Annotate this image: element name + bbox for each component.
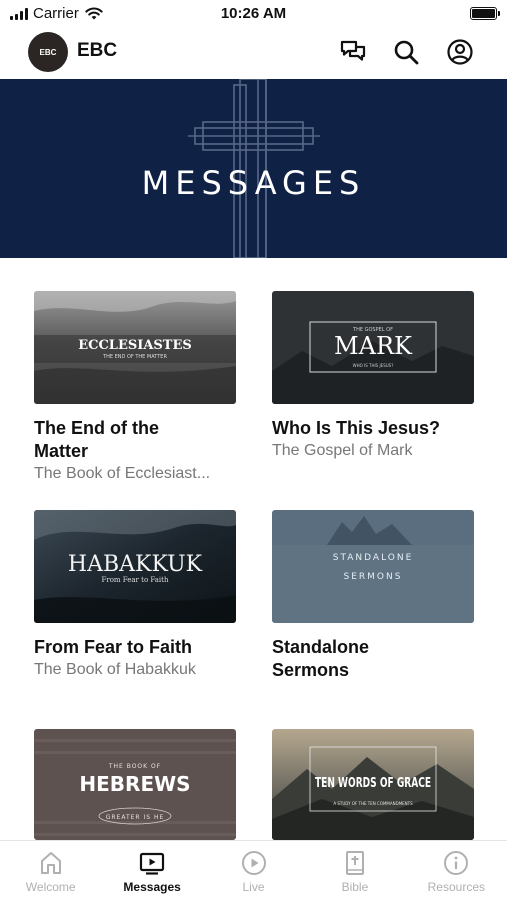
tab-live[interactable]: Live (203, 841, 304, 900)
series-card-habakkuk[interactable]: HABAKKUK From Fear to Faith From Fear to… (34, 510, 236, 681)
info-icon (444, 851, 469, 875)
tab-bible[interactable]: Bible (304, 841, 405, 900)
thumb-title: MARK (334, 332, 413, 360)
messages-hero-banner: MESSAGES (0, 79, 507, 258)
status-time: 10:26 AM (220, 5, 287, 22)
series-thumbnail[interactable]: ECCLESIASTES THE END OF THE MATTER (34, 291, 236, 404)
series-card-mark[interactable]: THE GOSPEL OF MARK WHO IS THIS JESUS? Wh… (272, 291, 474, 462)
tab-label: Messages (123, 880, 181, 894)
hero-title: MESSAGES (141, 164, 366, 202)
series-subtitle: The Book of Habakkuk (34, 661, 196, 678)
thumb-subtitle: SERMONS (344, 572, 403, 582)
home-icon (40, 852, 61, 874)
series-thumbnail[interactable]: HABAKKUK From Fear to Faith (34, 510, 236, 623)
series-title[interactable]: The End of the Matter (34, 417, 164, 463)
thumb-title: TEN WORDS OF GRACE (315, 776, 431, 791)
series-card-hebrews[interactable]: THE BOOK OF HEBREWS GREATER IS HE (34, 729, 236, 840)
series-subtitle: The Gospel of Mark (272, 442, 413, 459)
series-thumbnail[interactable]: THE GOSPEL OF MARK WHO IS THIS JESUS? (272, 291, 474, 404)
status-bar: Carrier 10:26 AM (0, 0, 507, 28)
series-thumbnail[interactable]: TEN WORDS OF GRACE A STUDY OF THE TEN CO… (272, 729, 474, 840)
thumb-title: STANDALONE (333, 553, 414, 563)
battery-icon (470, 7, 500, 20)
thumb-subtitle: A STUDY OF THE TEN COMMANDMENTS (333, 801, 413, 806)
app-header: EBC EBC (0, 28, 507, 78)
play-circle-icon (241, 851, 266, 875)
thumb-title: HABAKKUK (68, 552, 203, 577)
series-card-ten-words-of-grace[interactable]: TEN WORDS OF GRACE A STUDY OF THE TEN CO… (272, 729, 474, 840)
search-icon[interactable] (392, 38, 420, 66)
tab-label: Bible (341, 880, 369, 894)
series-subtitle: The Book of Ecclesiast... (34, 465, 211, 482)
thumb-subtitle: GREATER IS HE (106, 814, 165, 821)
series-card-standalone[interactable]: STANDALONE SERMONS Standalone Sermons (272, 510, 474, 682)
thumb-subtitle: From Fear to Faith (101, 576, 169, 584)
tv-play-icon (140, 852, 165, 875)
tab-label: Resources (427, 880, 485, 894)
tab-welcome[interactable]: Welcome (0, 841, 101, 900)
tab-label: Welcome (25, 880, 76, 894)
series-title[interactable]: From Fear to Faith (34, 636, 236, 659)
thumb-top: THE BOOK OF (108, 763, 161, 770)
tab-resources[interactable]: Resources (406, 841, 507, 900)
series-title[interactable]: Who Is This Jesus? (272, 417, 474, 440)
church-logo-avatar[interactable]: EBC (28, 32, 68, 72)
thumb-title: HEBREWS (79, 772, 190, 796)
bible-icon (345, 851, 364, 875)
thumb-title: ECCLESIASTES (78, 338, 192, 353)
tab-messages[interactable]: Messages (101, 841, 202, 900)
profile-icon[interactable] (446, 38, 474, 66)
series-card-ecclesiastes[interactable]: ECCLESIASTES THE END OF THE MATTER The E… (34, 291, 236, 485)
app-title: EBC (77, 40, 118, 61)
thumb-subtitle: WHO IS THIS JESUS? (353, 363, 394, 368)
series-thumbnail[interactable]: STANDALONE SERMONS (272, 510, 474, 623)
chat-icon[interactable] (339, 38, 367, 66)
thumb-subtitle: THE END OF THE MATTER (102, 354, 167, 360)
series-thumbnail[interactable]: THE BOOK OF HEBREWS GREATER IS HE (34, 729, 236, 840)
tab-label: Live (242, 880, 265, 894)
bottom-tab-bar: Welcome Messages Live Bible Resources (0, 840, 507, 900)
series-title[interactable]: Standalone Sermons (272, 636, 392, 682)
